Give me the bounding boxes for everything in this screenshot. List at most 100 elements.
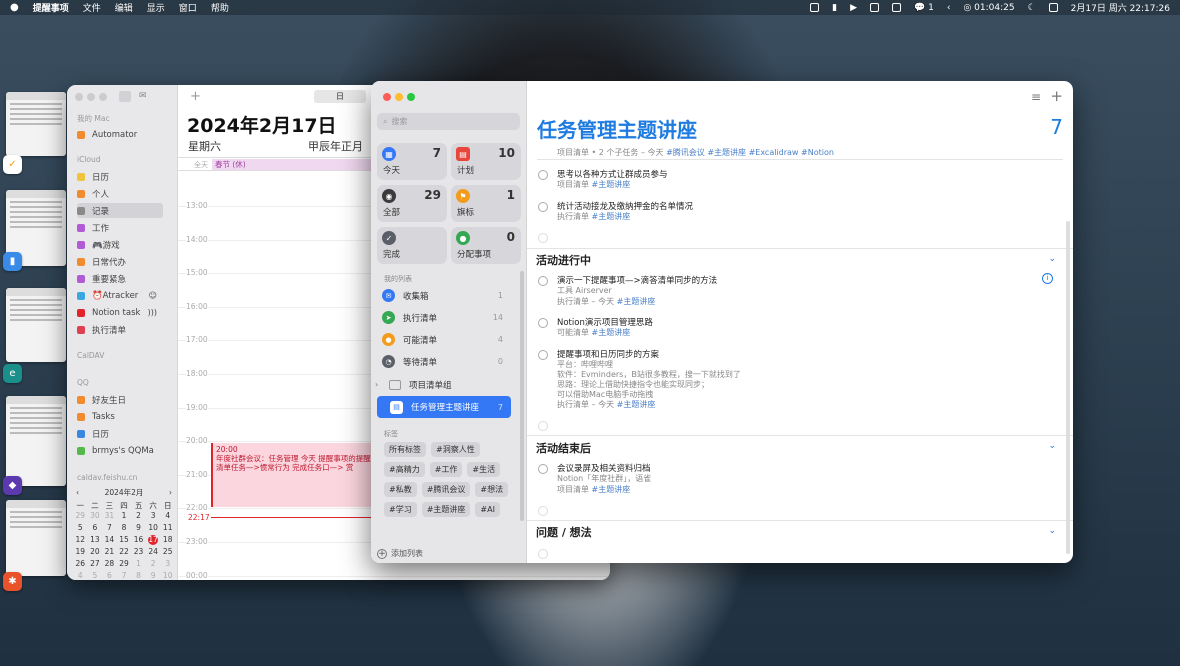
list-inbox[interactable]: ✉ 收集箱 1 (377, 286, 511, 305)
calendar-item-exec[interactable]: 执行清单 (77, 322, 163, 337)
tag-chip[interactable]: #生活 (467, 462, 501, 477)
menu-app-name[interactable]: 提醒事项 (33, 1, 69, 14)
mini-day[interactable]: 5 (73, 523, 88, 533)
zoom-button[interactable] (407, 93, 415, 101)
pen-icon[interactable] (892, 3, 902, 12)
apple-icon[interactable]: ● (10, 2, 19, 13)
mini-day[interactable]: 12 (73, 535, 88, 545)
task-checkbox[interactable] (538, 506, 548, 516)
calendar-item-tasks[interactable]: Tasks (77, 409, 163, 424)
list-waiting[interactable]: ◔ 等待清单 0 (377, 352, 511, 371)
tag-chip[interactable]: #私教 (384, 482, 417, 497)
mini-day[interactable]: 9 (146, 571, 161, 580)
task-checkbox[interactable] (538, 464, 548, 474)
mindmap-app-icon[interactable]: ✱ (3, 572, 22, 591)
mini-day[interactable]: 17 (148, 535, 159, 545)
calendar-item-automator[interactable]: Automator (77, 127, 163, 142)
calendar-item-notion[interactable]: Notion task))) (77, 305, 163, 320)
mini-day[interactable]: 8 (131, 571, 146, 580)
mini-day[interactable]: 5 (88, 571, 103, 580)
timer-status[interactable]: ◎ 01:04:25 (963, 3, 1014, 13)
mini-day[interactable]: 10 (146, 523, 161, 533)
task-checkbox[interactable] (538, 202, 548, 212)
list-selected[interactable]: ▤ 任务管理主题讲座 7 (377, 396, 511, 418)
mini-day[interactable]: 22 (117, 547, 132, 557)
smart-list-completed[interactable]: ✓ 完成 (377, 227, 447, 264)
close-button[interactable] (75, 93, 83, 101)
menu-edit[interactable]: 编辑 (115, 1, 133, 14)
mini-day[interactable]: 16 (131, 535, 146, 545)
mini-day[interactable]: 26 (73, 559, 88, 569)
task-checkbox[interactable] (538, 276, 548, 286)
mini-day[interactable]: 29 (73, 511, 88, 521)
section-after[interactable]: 活动结束后 (536, 440, 591, 456)
smart-list-all[interactable]: ◉ 29 全部 (377, 185, 447, 222)
task-checkbox[interactable] (538, 318, 548, 328)
task-checkbox[interactable] (538, 421, 548, 431)
ticktick-app-icon[interactable]: ✓ (3, 155, 22, 174)
calendar-item-qqmail[interactable]: brmys's QQMa (77, 443, 163, 458)
minimize-button[interactable] (87, 93, 95, 101)
mini-day[interactable]: 3 (160, 559, 175, 569)
mini-day[interactable]: 18 (160, 535, 175, 545)
wechat-icon[interactable]: 💬 1 (914, 3, 934, 13)
smart-list-today[interactable]: ▦ 7 今天 (377, 143, 447, 180)
main-scrollbar[interactable] (1066, 221, 1070, 554)
menu-window[interactable]: 窗口 (179, 1, 197, 14)
calendar-item-rili[interactable]: 日历 (77, 169, 163, 184)
mini-day[interactable]: 2 (131, 511, 146, 521)
sidebar-scrollbar[interactable] (520, 271, 524, 521)
task-tag[interactable]: #主题讲座 (617, 297, 656, 306)
close-button[interactable] (383, 93, 391, 101)
calendar-item-urgent[interactable]: 重要紧急 (77, 271, 163, 286)
mini-day[interactable]: 11 (160, 523, 175, 533)
task-checkbox[interactable] (538, 170, 548, 180)
mini-day[interactable]: 24 (146, 547, 161, 557)
tag-chip[interactable]: #想法 (475, 482, 509, 497)
list-options-icon[interactable]: ≡ (1031, 90, 1041, 104)
info-icon[interactable]: i (1042, 273, 1053, 284)
mini-day[interactable]: 31 (102, 511, 117, 521)
minimize-button[interactable] (395, 93, 403, 101)
zoom-button[interactable] (99, 93, 107, 101)
search-field[interactable]: ⌕ 搜索 (377, 113, 520, 130)
smart-list-scheduled[interactable]: ▤ 10 计划 (451, 143, 521, 180)
inbox-icon[interactable]: ✉ (139, 91, 147, 101)
stage-thumb-4[interactable] (6, 396, 66, 486)
tag-chip[interactable]: #AI (475, 502, 500, 517)
task-tag[interactable]: #主题讲座 (592, 328, 631, 337)
task-checkbox[interactable] (538, 350, 548, 360)
calendar-item-birthdays[interactable]: 好友生日 (77, 392, 163, 407)
mini-day[interactable]: 2 (146, 559, 161, 569)
mini-day[interactable]: 15 (117, 535, 132, 545)
calendar-item-record[interactable]: 记录 (77, 203, 163, 218)
mini-day[interactable]: 4 (73, 571, 88, 580)
calendar-item-daily[interactable]: 日常代办 (77, 254, 163, 269)
tag-chip[interactable]: #工作 (429, 462, 463, 477)
tag-chip[interactable]: #高精力 (384, 462, 425, 477)
chevron-down-icon[interactable]: ⌄ (1048, 526, 1056, 536)
task-tag[interactable]: #主题讲座 (617, 400, 656, 409)
section-questions[interactable]: 问题 / 想法 (536, 524, 592, 540)
stage-thumb-5[interactable] (6, 500, 66, 576)
mini-day[interactable]: 27 (88, 559, 103, 569)
mini-day[interactable]: 10 (160, 571, 175, 580)
mini-day[interactable]: 30 (88, 511, 103, 521)
bookmark-app-icon[interactable]: ▮ (3, 252, 22, 271)
tag-chip[interactable]: #洞察人性 (431, 442, 480, 457)
mini-day[interactable]: 19 (73, 547, 88, 557)
task-tag[interactable]: #主题讲座 (592, 180, 631, 189)
task-tag[interactable]: #主题讲座 (592, 212, 631, 221)
mini-day[interactable]: 8 (117, 523, 132, 533)
play-icon[interactable]: ▶ (850, 3, 857, 13)
tab-day[interactable]: 日 (314, 90, 366, 103)
smart-list-assigned[interactable]: ● 0 分配事项 (451, 227, 521, 264)
calendar-item-personal[interactable]: 个人 (77, 186, 163, 201)
mini-day[interactable]: 7 (102, 523, 117, 533)
subline-tags[interactable]: #腾讯会议 #主题讲座 #Excalidraw #Notion (666, 148, 834, 157)
calendar-item-games[interactable]: 🎮游戏 (77, 237, 163, 252)
menu-help[interactable]: 帮助 (211, 1, 229, 14)
mini-day[interactable]: 6 (102, 571, 117, 580)
mini-day[interactable]: 25 (160, 547, 175, 557)
control-center-icon[interactable] (1048, 3, 1058, 12)
